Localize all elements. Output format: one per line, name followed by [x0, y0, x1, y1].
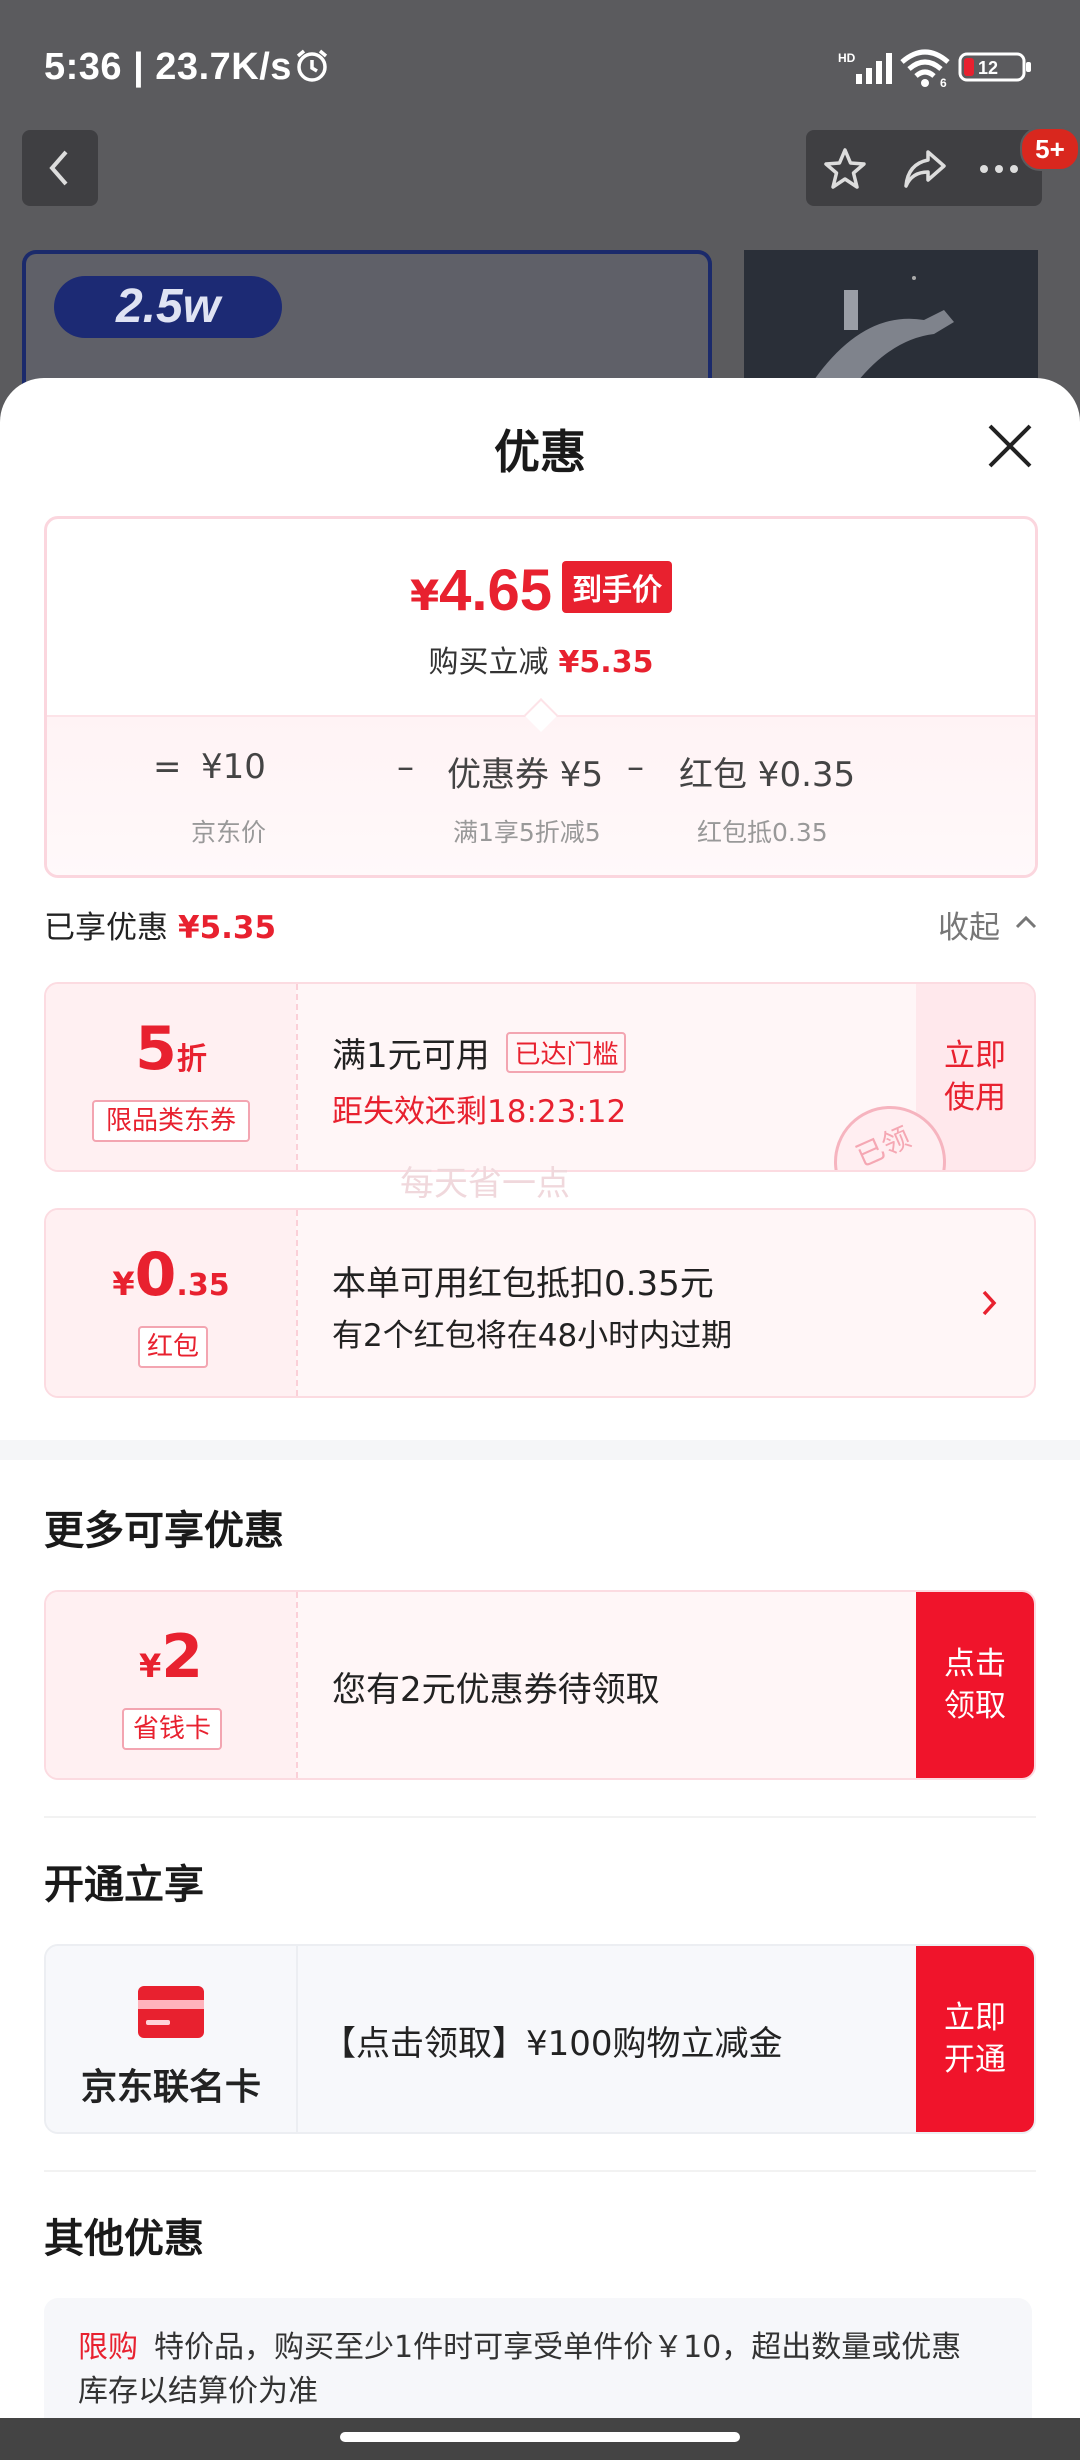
- battery-icon: 12: [958, 52, 1031, 82]
- section-divider: [0, 1440, 1080, 1460]
- chevron-right-icon: [982, 1290, 997, 1316]
- formula-coupon: 优惠券 ¥5: [447, 755, 604, 795]
- network-type-label: HD: [838, 51, 856, 65]
- enjoyed-summary: 已享优惠 ¥5.35: [44, 902, 276, 947]
- base-caption: 京东价: [191, 818, 267, 847]
- final-price: ¥4.65 到手价: [47, 557, 1035, 624]
- formula-redpacket: 红包 ¥0.35: [679, 755, 856, 795]
- coupon-caption: 满1享5折减5: [453, 818, 601, 847]
- final-price-currency: ¥: [409, 571, 440, 620]
- price-summary: ¥4.65 到手价 购买立减 ¥5.35 = ¥10 – 优惠券 ¥5 – 红包 ¥…: [44, 516, 1038, 878]
- coupon-line1: 满1元可用 已达门槛: [332, 1028, 627, 1077]
- gesture-nav-bar: [0, 2418, 1080, 2460]
- status-time: 5:36 | 23.7K/s: [44, 46, 292, 88]
- wifi-sub-label: 6: [940, 76, 947, 88]
- close-icon[interactable]: [986, 422, 1034, 470]
- alarm-icon: [296, 49, 328, 82]
- thin-divider-2: [44, 2170, 1036, 2172]
- redpacket-line2: 有2个红包将在48小时内过期: [332, 1318, 733, 1354]
- back-button[interactable]: [22, 130, 98, 206]
- open-now-button[interactable]: 立即 开通: [916, 1946, 1034, 2132]
- chevron-up-icon: [1015, 915, 1037, 929]
- share-icon[interactable]: [902, 146, 948, 192]
- formula-minus-1: –: [397, 747, 414, 787]
- other-discount-box: 限购 特价品，购买至少1件时可享受单件价￥10，超出数量或优惠库存以结算价为准: [44, 2298, 1032, 2418]
- coupon-card[interactable]: 5折 限品类东券 满1元可用 已达门槛 距失效还剩18:23:12 立即使用 已…: [44, 982, 1036, 1172]
- claimed-stamp-label: 已领: [850, 1120, 916, 1172]
- redpacket-caption: 红包抵0.35: [697, 818, 828, 847]
- cobrand-text: 【点击领取】¥100购物立减金: [322, 2024, 783, 2064]
- watermark: 每天省一点: [400, 1164, 570, 1204]
- final-price-label: 到手价: [562, 561, 673, 613]
- star-icon[interactable]: [822, 146, 868, 192]
- redpacket-value-int: 0: [134, 1240, 177, 1310]
- threshold-badge: 已达门槛: [506, 1032, 627, 1073]
- redpacket-line1: 本单可用红包抵扣0.35元: [332, 1264, 714, 1304]
- collapse-button[interactable]: 收起: [938, 902, 1037, 947]
- cobrand-separator: [296, 1946, 298, 2132]
- use-now-line2: 使用: [944, 1080, 1006, 1116]
- redpacket-separator: [296, 1210, 298, 1396]
- product-tag: 2.5w: [54, 276, 282, 338]
- cobrand-card-name: 京东联名卡: [80, 2067, 261, 2108]
- other-discount-text: 限购 特价品，购买至少1件时可享受单件价￥10，超出数量或优惠库存以结算价为准: [78, 2326, 978, 2414]
- redpacket-value-dec: .35: [176, 1268, 230, 1303]
- savings-card[interactable]: ¥2 省钱卡 您有2元优惠券待领取 点击领取: [44, 1590, 1036, 1780]
- sheet-title: 优惠: [494, 425, 586, 479]
- credit-card-icon: [138, 1986, 204, 2038]
- coupon-type-tag: 限品类东券: [92, 1100, 250, 1142]
- formula-base: ¥10: [201, 747, 266, 787]
- claim-line1: 点击: [944, 1646, 1006, 1682]
- purchase-limit-tag: 限购: [78, 2330, 138, 2365]
- status-bar: 5:36 | 23.7K/s HD 6 12: [0, 0, 1080, 130]
- cobrand-card[interactable]: 京东联名卡 【点击领取】¥100购物立减金 立即开通: [44, 1944, 1036, 2134]
- claim-button[interactable]: 点击 领取: [916, 1592, 1034, 1778]
- enjoyed-label: 已享优惠: [44, 910, 168, 946]
- formula-equals: =: [153, 747, 182, 787]
- coupon-separator: [296, 984, 298, 1170]
- coupon-value-unit: 折: [176, 1042, 207, 1077]
- collapse-label: 收起: [938, 910, 1000, 946]
- coupon-value: 5折: [46, 1014, 296, 1084]
- price-breakdown-bg: [47, 715, 1035, 875]
- coupon-condition: 满1元可用: [332, 1036, 490, 1076]
- savings-value: ¥2: [46, 1622, 296, 1692]
- claim-line2: 领取: [944, 1688, 1006, 1724]
- open-section-title: 开通立享: [44, 1862, 204, 1908]
- final-price-amount: 4.65: [439, 558, 553, 623]
- open-now-line2: 开通: [944, 2042, 1006, 2078]
- redpacket-currency: ¥: [112, 1265, 135, 1303]
- top-actions: [806, 130, 1042, 206]
- redpacket-card[interactable]: ¥0.35 红包 本单可用红包抵扣0.35元 有2个红包将在48小时内过期: [44, 1208, 1036, 1398]
- redpacket-value: ¥0.35: [46, 1240, 296, 1310]
- coupon-value-number: 5: [135, 1014, 177, 1084]
- savings-text: 您有2元优惠券待领取: [332, 1670, 660, 1710]
- redpacket-tag: 红包: [138, 1326, 208, 1368]
- enjoyed-amount: ¥5.35: [178, 910, 277, 946]
- open-now-line1: 立即: [944, 2000, 1006, 2036]
- home-indicator[interactable]: [340, 2432, 740, 2442]
- formula-minus-2: –: [627, 747, 644, 787]
- other-section-title: 其他优惠: [44, 2216, 204, 2262]
- thin-divider-1: [44, 1816, 1036, 1818]
- discount-sheet: 优惠 ¥4.65 到手价 购买立减 ¥5.35 = ¥10 – 优惠券 ¥5 – 红…: [0, 378, 1080, 2418]
- more-icon[interactable]: [976, 146, 1022, 192]
- reduce-text: 购买立减: [428, 645, 549, 680]
- savings-separator: [296, 1592, 298, 1778]
- battery-level: 12: [978, 58, 998, 78]
- savings-tag: 省钱卡: [122, 1708, 222, 1750]
- reduce-amount: ¥5.35: [558, 645, 654, 680]
- savings-value-number: 2: [161, 1622, 203, 1692]
- chevron-left-icon: [49, 150, 68, 186]
- more-section-title: 更多可享优惠: [44, 1508, 284, 1554]
- more-badge: 5+: [1020, 127, 1080, 171]
- purchase-limit-desc: 特价品，购买至少1件时可享受单件价￥10，超出数量或优惠库存以结算价为准: [78, 2330, 962, 2409]
- use-now-line1: 立即: [944, 1038, 1006, 1074]
- coupon-countdown: 距失效还剩18:23:12: [332, 1094, 627, 1130]
- savings-currency: ¥: [138, 1647, 162, 1685]
- signal-icon: HD: [838, 51, 892, 84]
- wifi-icon: 6: [900, 49, 950, 88]
- reduce-line: 购买立减 ¥5.35: [47, 637, 1035, 681]
